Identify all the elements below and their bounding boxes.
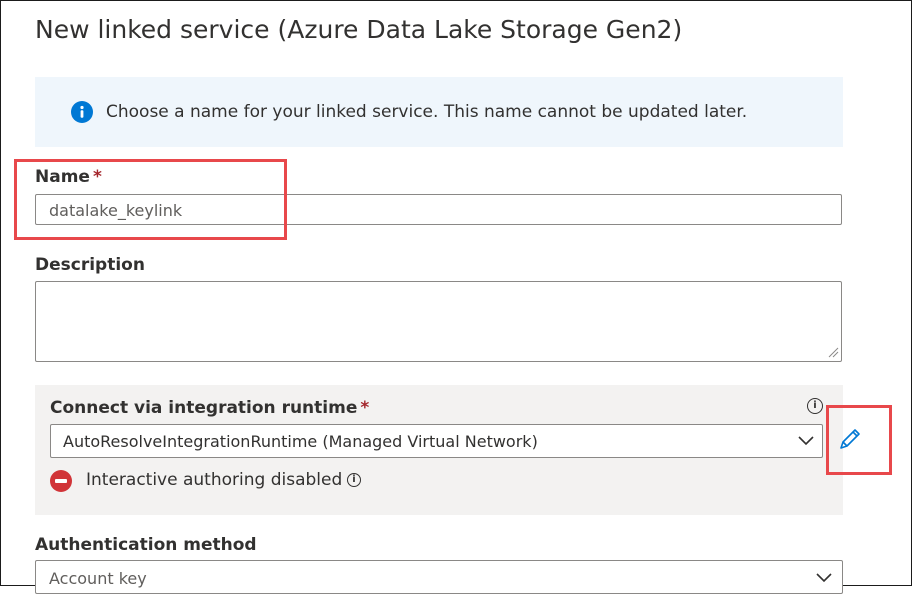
integration-runtime-label-text: Connect via integration runtime (50, 398, 358, 418)
description-textarea[interactable] (35, 281, 842, 362)
page-title: New linked service (Azure Data Lake Stor… (35, 15, 683, 44)
authentication-method-dropdown[interactable] (35, 560, 843, 594)
integration-runtime-label: Connect via integration runtime * (50, 398, 369, 418)
required-marker: * (360, 398, 370, 418)
resize-grip-icon[interactable] (827, 346, 839, 358)
interactive-authoring-text: Interactive authoring disabled (86, 470, 343, 490)
chevron-down-icon[interactable] (797, 435, 815, 447)
description-label: Description (35, 255, 145, 275)
authentication-method-label: Authentication method (35, 535, 257, 555)
authentication-method-selected[interactable]: Account key (49, 569, 147, 588)
edit-highlight-callout (826, 405, 892, 475)
info-icon[interactable]: i (347, 473, 361, 487)
interactive-authoring-status: Interactive authoring disabled (86, 470, 342, 490)
name-highlight-callout (14, 159, 287, 240)
info-message-text: Choose a name for your linked service. T… (106, 102, 748, 122)
chevron-down-icon[interactable] (815, 572, 833, 584)
info-icon[interactable]: i (807, 398, 823, 414)
info-icon (71, 101, 93, 123)
blocked-icon (50, 470, 72, 492)
integration-runtime-selected[interactable]: AutoResolveIntegrationRuntime (Managed V… (63, 432, 538, 451)
